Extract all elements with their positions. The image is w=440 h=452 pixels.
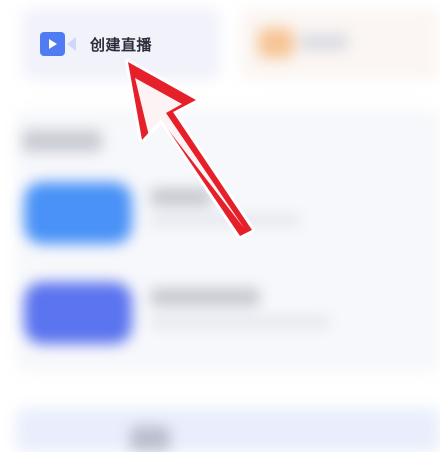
secondary-action-label-placeholder [300, 34, 348, 50]
list-item-thumbnail[interactable] [24, 282, 132, 344]
bottom-banner-icon [130, 426, 170, 452]
list-item-subtitle-placeholder [150, 316, 330, 328]
video-camera-icon [40, 31, 76, 57]
bottom-banner[interactable] [16, 408, 440, 452]
list-item-subtitle-placeholder [150, 214, 300, 226]
create-live-button[interactable]: 创建直播 [22, 8, 220, 80]
list-item-thumbnail[interactable] [24, 182, 132, 244]
create-live-label: 创建直播 [90, 35, 153, 54]
secondary-action-icon [258, 28, 294, 58]
list-item-title-placeholder [150, 188, 212, 206]
list-item-title-placeholder [150, 288, 260, 306]
section-title-placeholder [22, 130, 102, 152]
